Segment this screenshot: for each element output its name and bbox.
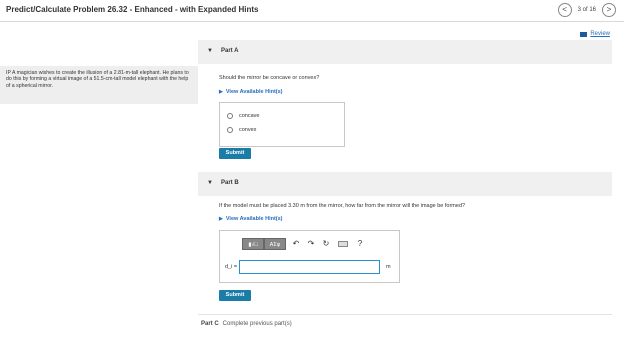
review-link[interactable]: Review (580, 31, 610, 37)
previous-button[interactable]: < (557, 3, 572, 17)
part-a-header[interactable]: ▼ Part A (198, 40, 612, 64)
problem-navigation: < 3 of 16 > (557, 3, 616, 17)
expand-triangle-icon: ▶ (219, 89, 223, 95)
math-toolbar: ▮√□ ΑΣφ ↶ ↷ ↻ ? (242, 238, 365, 250)
choice-concave[interactable]: concave (227, 113, 260, 119)
unit-label: m (386, 264, 391, 270)
part-c-status: Complete previous part(s) (222, 321, 292, 327)
part-b-label: Part B (221, 180, 239, 186)
choice-label: concave (239, 113, 260, 119)
part-a-hint-link[interactable]: ▶ View Available Hint(s) (219, 89, 283, 95)
part-b-question: If the model must be placed 3.30 m from … (219, 203, 466, 209)
part-b-hint-link[interactable]: ▶ View Available Hint(s) (219, 216, 283, 222)
reset-icon[interactable]: ↻ (321, 238, 331, 250)
next-button[interactable]: > (602, 3, 616, 17)
variable-label: d_i = (225, 264, 238, 270)
answer-input[interactable] (239, 260, 380, 274)
problem-title: Predict/Calculate Problem 26.32 - Enhanc… (6, 5, 259, 14)
divider (198, 314, 612, 315)
review-icon (580, 31, 588, 37)
problem-statement: IP A magician wishes to create the illus… (0, 66, 198, 104)
part-b-hint-label: View Available Hint(s) (225, 216, 283, 222)
greek-symbols-button[interactable]: ΑΣφ (264, 238, 286, 250)
problem-text: IP A magician wishes to create the illus… (6, 70, 189, 89)
templates-button[interactable]: ▮√□ (242, 238, 264, 250)
part-a-hint-label: View Available Hint(s) (225, 89, 283, 95)
page-count: 3 of 16 (577, 7, 596, 13)
review-label: Review (590, 31, 610, 37)
radio-button[interactable] (227, 113, 233, 119)
keyboard-icon[interactable] (338, 241, 348, 247)
part-a-submit-button[interactable]: Submit (219, 148, 251, 159)
choice-label: convex (239, 127, 257, 133)
collapse-triangle-icon: ▼ (207, 180, 213, 186)
top-bar: Predict/Calculate Problem 26.32 - Enhanc… (0, 0, 624, 22)
radio-button[interactable] (227, 127, 233, 133)
part-c-label: Part C (201, 321, 219, 327)
collapse-triangle-icon: ▼ (207, 48, 213, 54)
help-icon[interactable]: ? (355, 238, 365, 250)
part-a-question: Should the mirror be concave or convex? (219, 75, 320, 81)
part-c-row: Part C Complete previous part(s) (201, 321, 292, 327)
undo-icon[interactable]: ↶ (291, 238, 301, 250)
part-a-choices: concave convex (219, 102, 345, 147)
choice-convex[interactable]: convex (227, 127, 256, 133)
expand-triangle-icon: ▶ (219, 216, 223, 222)
template-group: ▮√□ ΑΣφ (242, 238, 286, 250)
part-b-submit-button[interactable]: Submit (219, 290, 251, 301)
redo-icon[interactable]: ↷ (306, 238, 316, 250)
part-b-header[interactable]: ▼ Part B (198, 172, 612, 196)
part-a-label: Part A (221, 48, 239, 54)
answer-box: ▮√□ ΑΣφ ↶ ↷ ↻ ? d_i = m (219, 230, 400, 283)
